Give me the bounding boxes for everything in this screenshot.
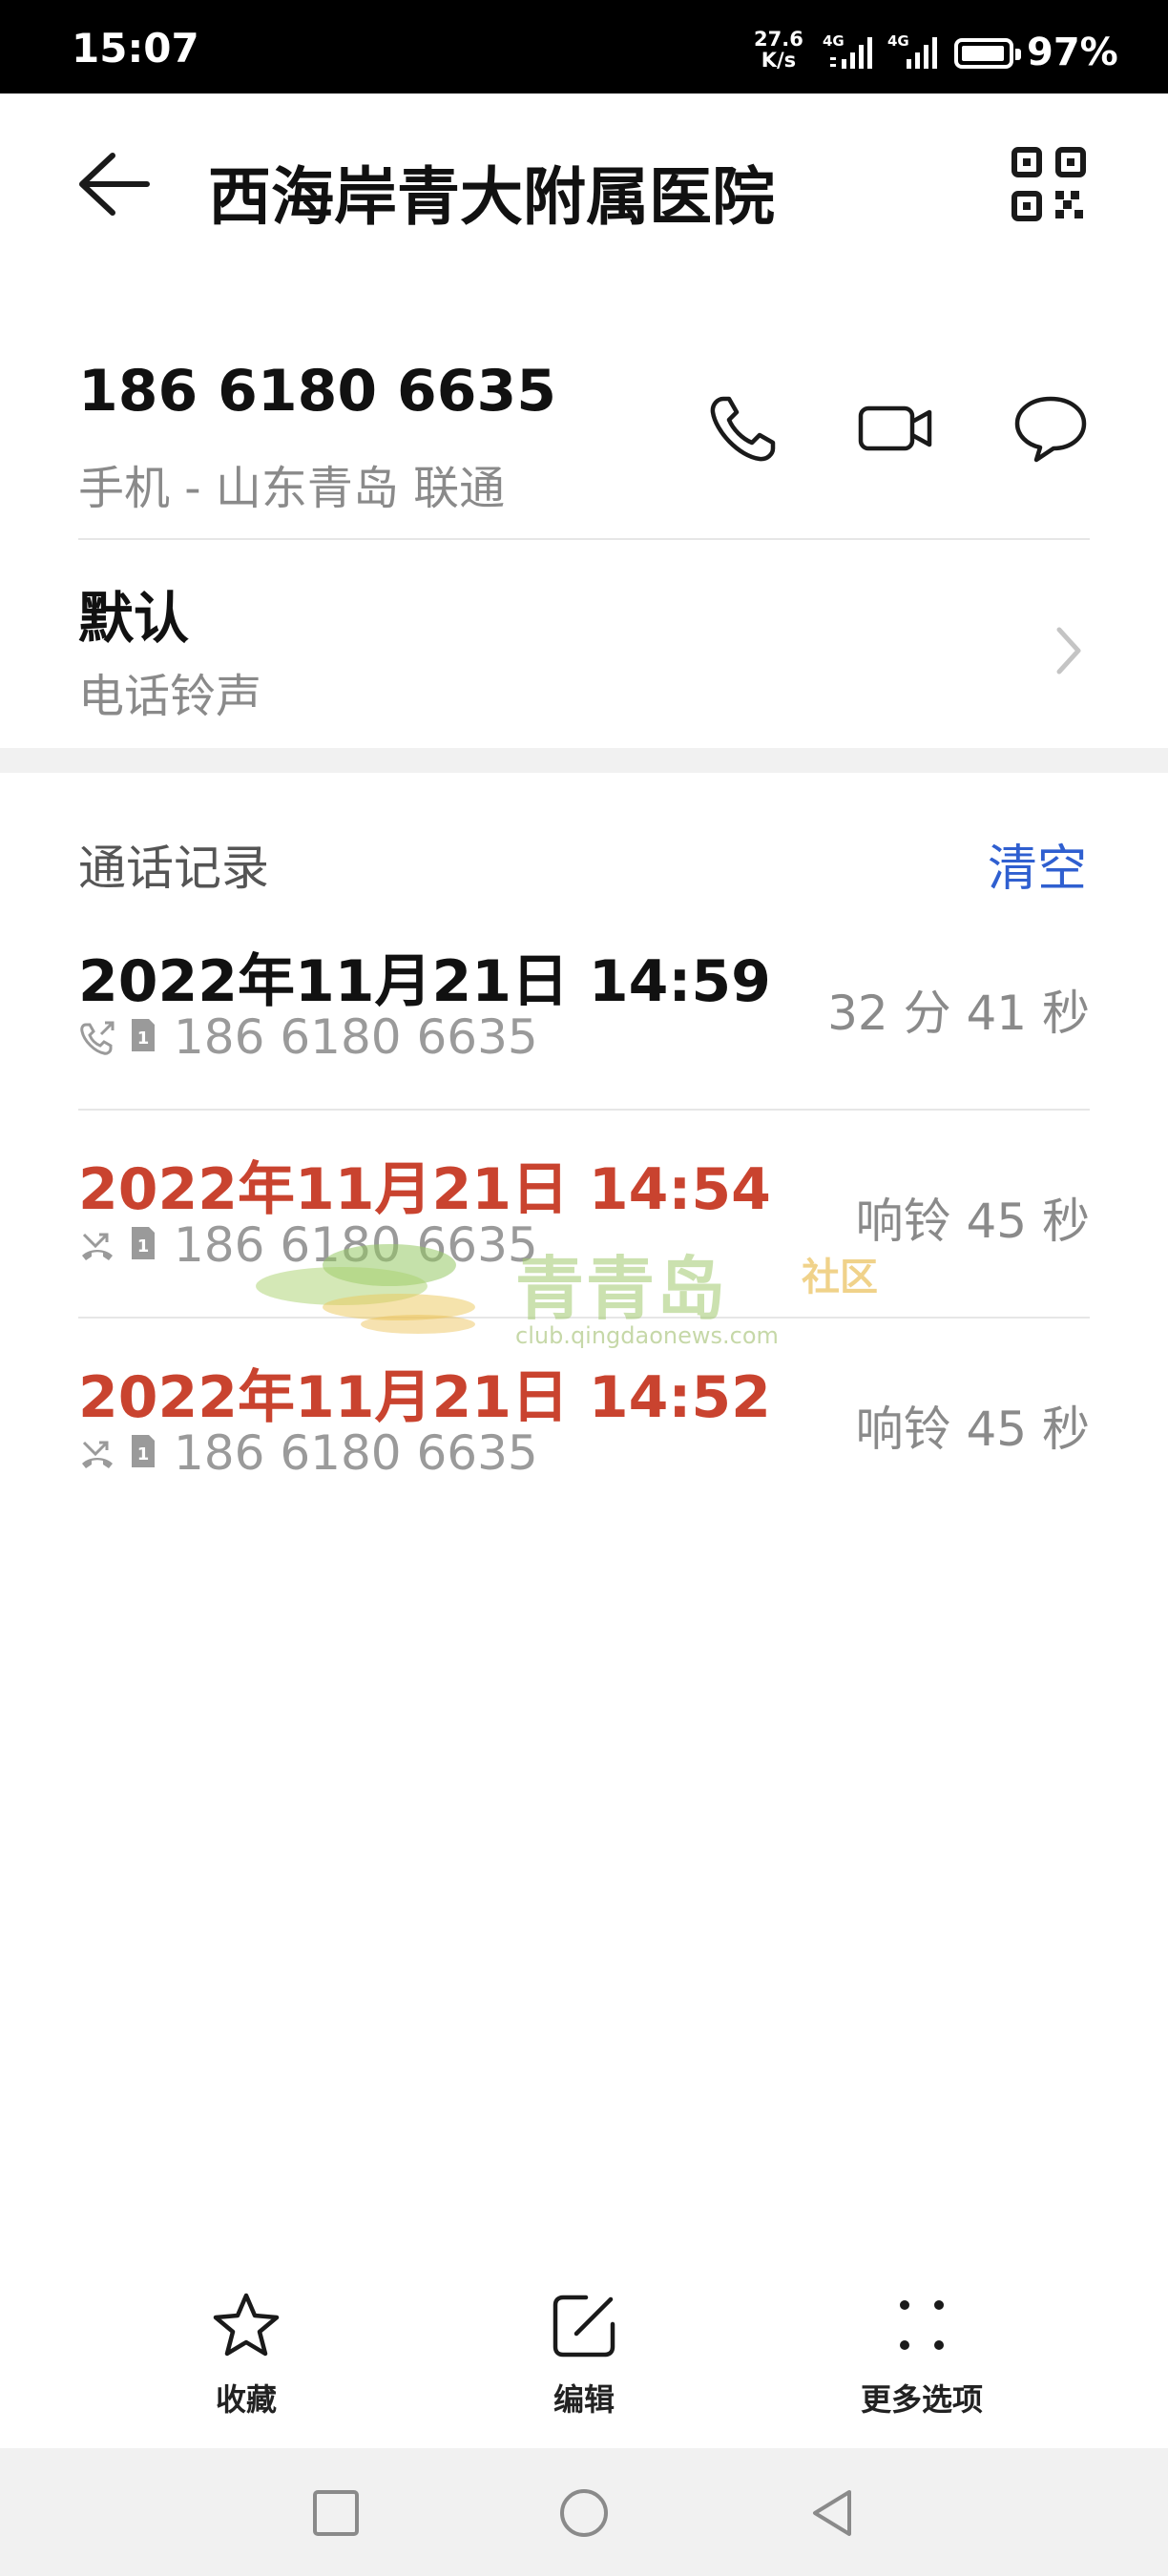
battery-icon: [954, 38, 1021, 69]
qr-code-icon[interactable]: [1012, 147, 1086, 221]
edit-button[interactable]: 编辑: [479, 2290, 689, 2433]
call-number: 186 6180 6635: [174, 1217, 538, 1273]
home-icon[interactable]: [557, 2486, 611, 2540]
favorite-button[interactable]: 收藏: [141, 2290, 351, 2433]
more-options-button[interactable]: 更多选项: [817, 2290, 1027, 2433]
system-nav-bar: [0, 2448, 1168, 2576]
message-icon[interactable]: [1012, 389, 1090, 467]
status-bar: 15:07 27.6 K/s 4G 4G 97%: [0, 0, 1168, 93]
network-speed-unit: K/s: [761, 49, 797, 72]
star-icon: [213, 2293, 280, 2357]
video-call-icon[interactable]: [857, 389, 935, 467]
outgoing-call-icon: [80, 1021, 115, 1055]
contact-phone-location: 手机 - 山东青岛 联通: [78, 462, 506, 515]
call-duration: 响铃 45 秒: [855, 1402, 1090, 1457]
phone-icon[interactable]: [704, 389, 782, 467]
svg-text:1: 1: [137, 1444, 150, 1465]
contact-phone-number: 186 6180 6635: [78, 358, 557, 425]
signal-icon-2: [907, 37, 937, 69]
page-title: 西海岸青大附属医院: [208, 160, 775, 234]
section-separator: [0, 748, 1168, 773]
call-duration: 响铃 45 秒: [855, 1194, 1090, 1249]
call-date: 2022年11月21日 14:59: [78, 948, 771, 1015]
sim-card-icon: 1: [132, 1019, 155, 1051]
more-options-label: 更多选项: [860, 2381, 983, 2418]
clear-call-log-button[interactable]: 清空: [988, 828, 1087, 900]
sim-card-icon: 1: [132, 1227, 155, 1259]
divider: [78, 1317, 1090, 1319]
call-number: 186 6180 6635: [174, 1425, 538, 1481]
call-date: 2022年11月21日 14:54: [78, 1156, 771, 1223]
missed-call-icon: [82, 1233, 113, 1260]
call-log-header: 通话记录: [78, 841, 269, 896]
more-dots-icon: [900, 2300, 944, 2350]
call-number: 186 6180 6635: [174, 1009, 538, 1065]
call-log-entry[interactable]: 2022年11月21日 14:54 1 186 6180 6635 响铃 45 …: [0, 1124, 1168, 1332]
bottom-toolbar: 收藏 编辑 更多选项: [0, 2271, 1168, 2448]
ringtone-value: 默认: [78, 586, 190, 651]
ringtone-label: 电话铃声: [78, 670, 262, 723]
chevron-right-icon: [1056, 627, 1081, 675]
favorite-label: 收藏: [215, 2381, 277, 2418]
edit-icon: [553, 2295, 615, 2358]
divider: [78, 1109, 1090, 1111]
status-time: 15:07: [72, 25, 199, 72]
ringtone-setting-row[interactable]: 默认 电话铃声: [0, 540, 1168, 746]
call-log-entry[interactable]: 2022年11月21日 14:59 1 186 6180 6635 32 分 4…: [0, 916, 1168, 1124]
call-date: 2022年11月21日 14:52: [78, 1364, 771, 1431]
call-log-entry[interactable]: 2022年11月21日 14:52 1 186 6180 6635 响铃 45 …: [0, 1332, 1168, 1540]
network-speed-value: 27.6: [754, 28, 803, 51]
title-bar: 西海岸青大附属医院: [0, 93, 1168, 275]
call-duration: 32 分 41 秒: [827, 986, 1090, 1041]
missed-call-icon: [82, 1441, 113, 1468]
recent-apps-icon[interactable]: [309, 2486, 363, 2540]
svg-text:1: 1: [137, 1236, 150, 1257]
svg-text:1: 1: [137, 1028, 150, 1049]
edit-label: 编辑: [553, 2381, 615, 2418]
sim-card-icon: 1: [132, 1435, 155, 1467]
network-speed: 27.6 K/s: [754, 29, 803, 71]
signal-icon: [830, 37, 872, 69]
battery-percent: 97%: [1027, 31, 1118, 74]
back-nav-icon[interactable]: [805, 2486, 859, 2540]
back-arrow-icon[interactable]: [74, 146, 160, 222]
